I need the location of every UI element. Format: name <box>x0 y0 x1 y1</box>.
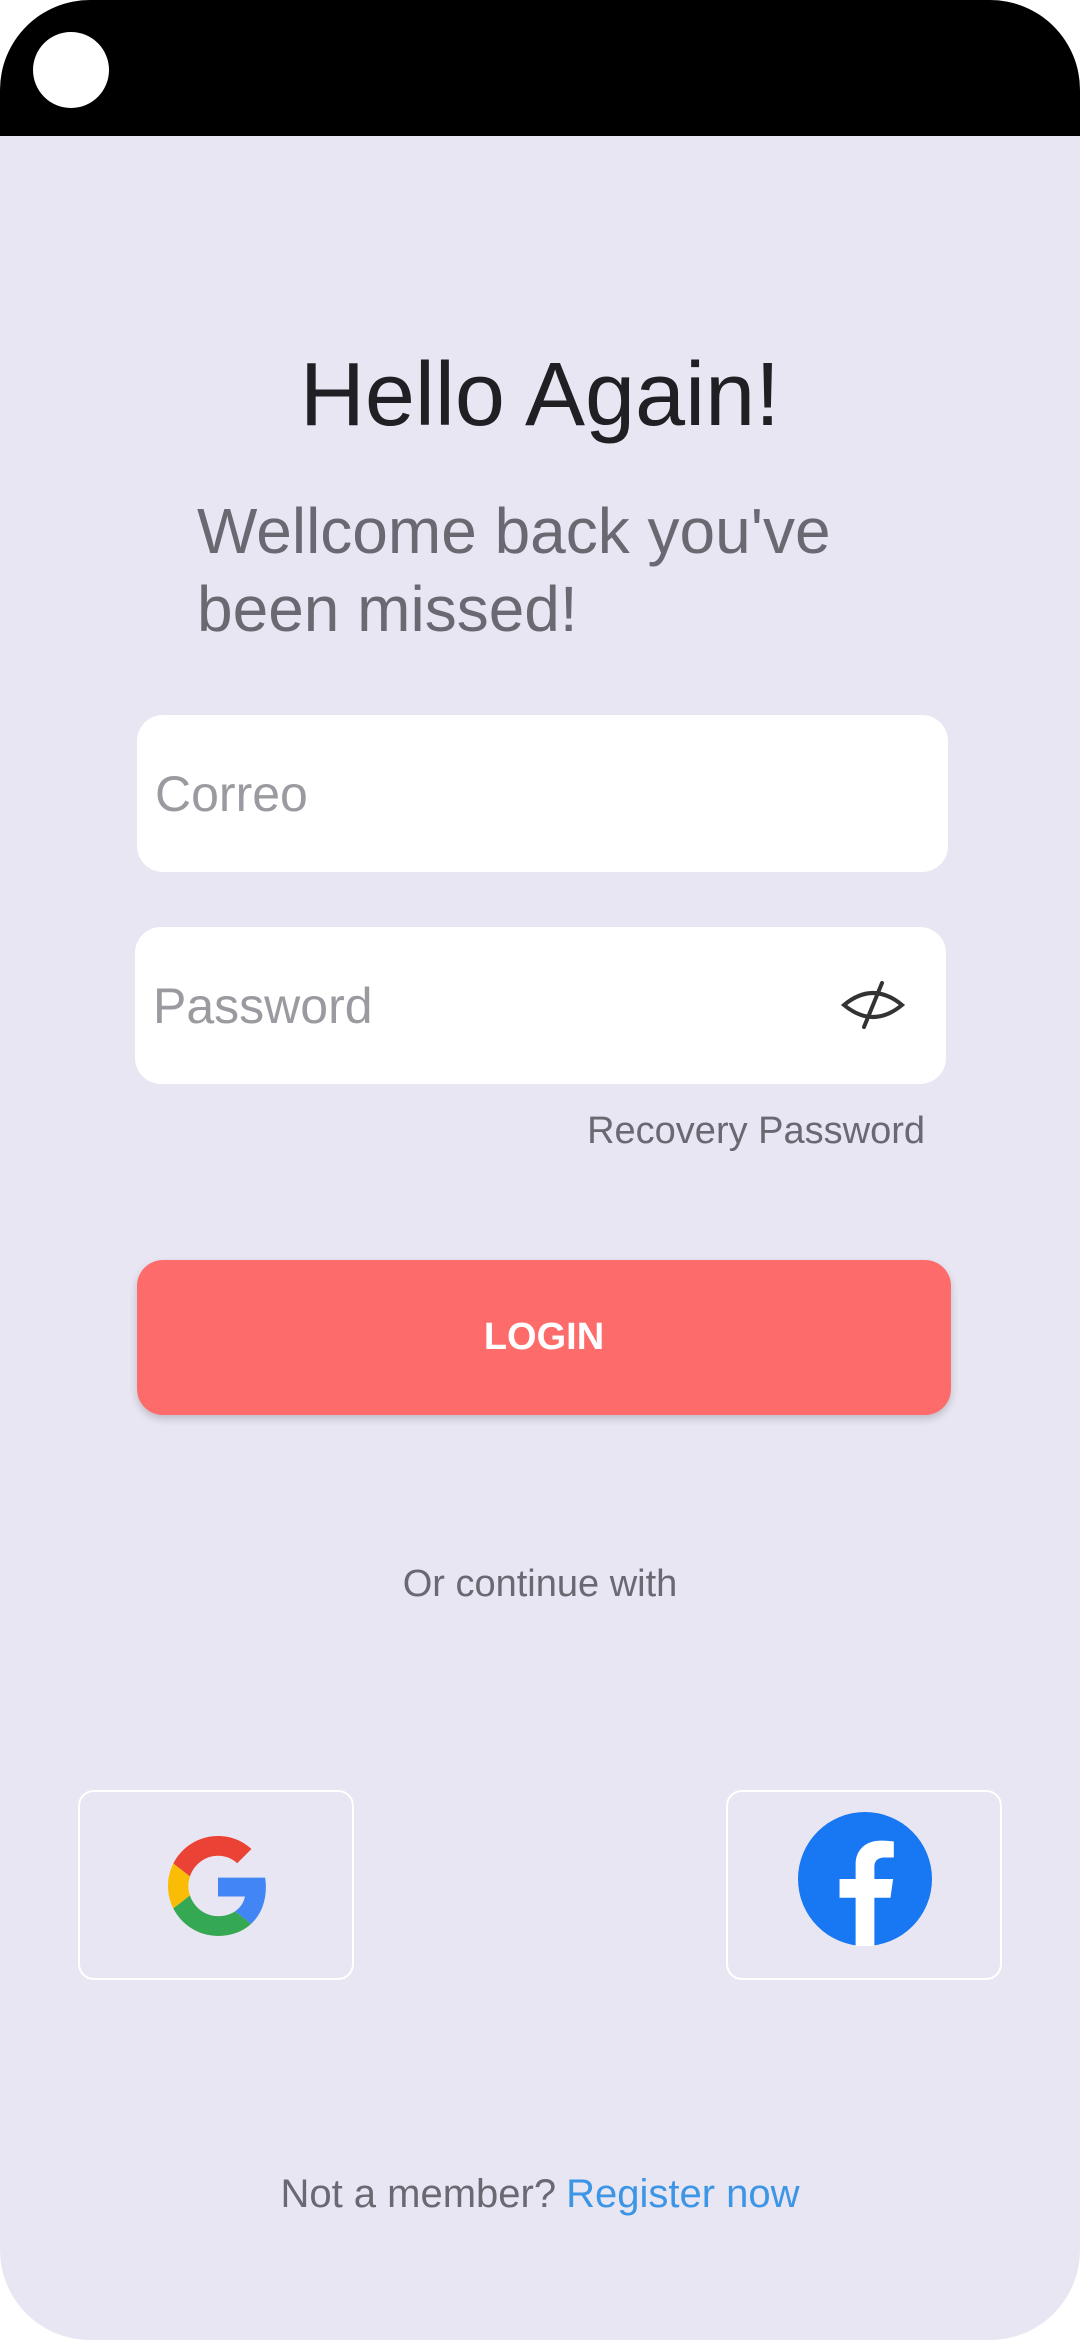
camera-cutout <box>33 32 109 108</box>
login-button[interactable]: LOGIN <box>137 1260 951 1415</box>
register-now-link[interactable]: Register now <box>566 2172 799 2216</box>
email-field[interactable] <box>137 715 948 872</box>
google-login-button[interactable] <box>78 1790 354 1980</box>
password-field[interactable] <box>135 927 946 1084</box>
app-screen: Hello Again! Wellcome back you've been m… <box>0 0 1080 2340</box>
password-field-container <box>135 927 946 1084</box>
page-title: Hello Again! <box>299 345 781 445</box>
facebook-icon <box>798 1812 932 1946</box>
continue-with-label: Or continue with <box>402 1563 678 1605</box>
status-bar <box>0 0 1080 136</box>
not-member-text: Not a member? <box>280 2172 557 2216</box>
google-icon <box>168 1836 266 1936</box>
recovery-password-link[interactable]: Recovery Password <box>560 1110 925 1153</box>
eye-hidden-icon[interactable] <box>838 975 908 1035</box>
facebook-login-button[interactable] <box>726 1790 1002 1980</box>
register-prompt: Not a member? Register now <box>0 2172 1080 2217</box>
page-subtitle: Wellcome back you've been missed! <box>197 495 831 645</box>
email-field-container <box>137 715 948 872</box>
